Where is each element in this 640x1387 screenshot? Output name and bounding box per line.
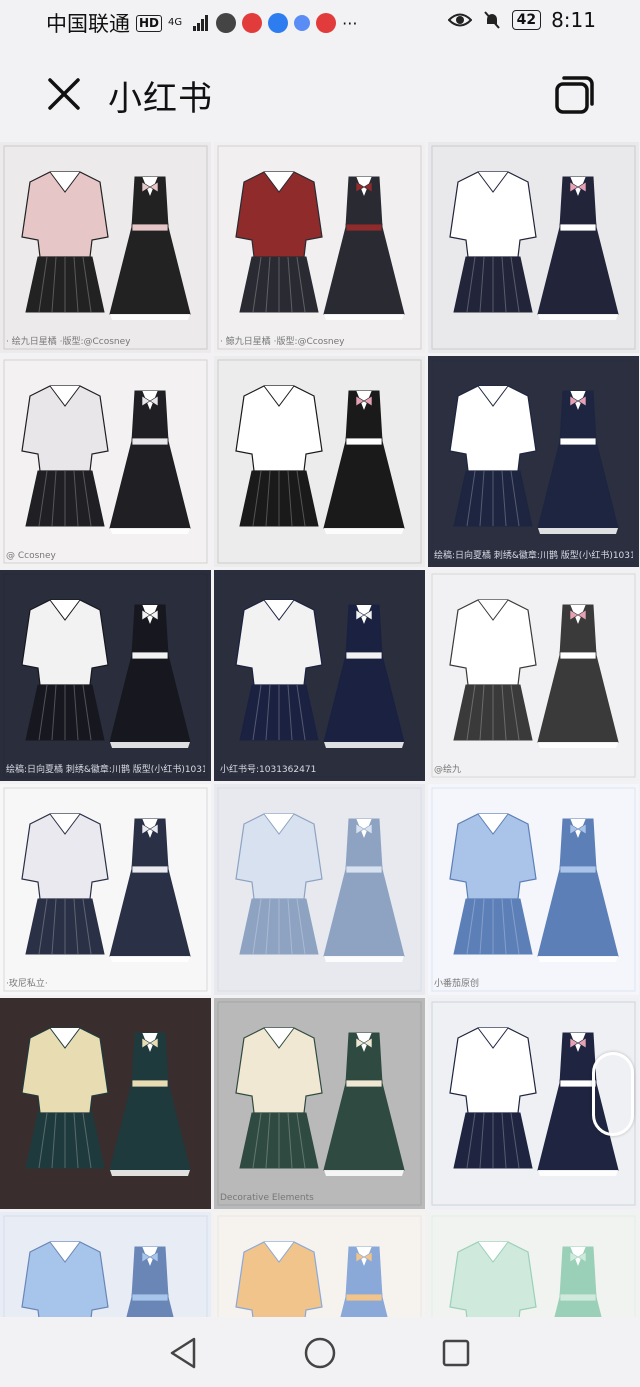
outfit-illustration: [431, 359, 636, 564]
home-button[interactable]: [300, 1333, 340, 1373]
eye-icon: [447, 13, 472, 27]
back-triangle-icon: [170, 1337, 196, 1369]
signal-icon: [193, 15, 209, 31]
weibo-icon-2: [316, 13, 337, 33]
back-button[interactable]: [164, 1333, 204, 1373]
image-tile-outfit-doll-navy-uniform[interactable]: ·玫尼私立·: [0, 784, 211, 995]
tile-caption: Decorative Elements: [220, 1193, 314, 1203]
image-tile-outfit-navy-sailor-mix[interactable]: 小红书号:1031362471: [214, 570, 425, 781]
multi-window-button[interactable]: [552, 72, 598, 116]
bulb-app-icon: [268, 13, 289, 33]
image-tile-outfit-black-pinafore[interactable]: [214, 356, 425, 567]
outfit-illustration: [3, 1001, 208, 1206]
outfit-illustration: [431, 787, 636, 992]
page-title: 小红书: [108, 79, 213, 119]
outfit-illustration: [217, 359, 422, 564]
outfit-illustration: [431, 573, 636, 778]
image-tile-outfit-green-gothic-dress[interactable]: [0, 998, 211, 1209]
scroll-handle[interactable]: [592, 1052, 634, 1136]
home-circle-icon: [304, 1337, 336, 1369]
network-label: 4G: [168, 17, 183, 28]
outfit-illustration: [3, 359, 208, 564]
image-tile-outfit-navy-plaid-set[interactable]: 绘稿:日向夏橘 刺绣&徽章:川鹊 版型(小红书)1031362471: [428, 356, 639, 567]
image-tile-outfit-black-cape-plaid[interactable]: 绘稿:日向夏橘 刺绣&徽章:川鹊 版型(小红书)1031362471: [0, 570, 211, 781]
more-notifications-icon: ···: [342, 13, 358, 33]
tile-caption: 绘稿:日向夏橘 刺绣&徽章:川鹊 版型(小红书)1031362471: [6, 765, 205, 775]
image-tile-outfit-white-vest-pleats[interactable]: @绘九: [428, 570, 639, 781]
outfit-illustration: [217, 145, 422, 350]
recents-square-icon: [442, 1339, 470, 1367]
outfit-illustration: [3, 1215, 208, 1317]
tile-caption: 绘稿:日向夏橘 刺绣&徽章:川鹊 版型(小红书)1031362471: [434, 551, 633, 561]
outfit-illustration: [3, 145, 208, 350]
tile-caption: · 绘九日星橘 ·版型:@Ccosney: [6, 337, 131, 347]
status-left: 中国联通 HD 4G ···: [46, 8, 357, 38]
tile-caption: 小番茄原创: [434, 979, 480, 989]
image-tile-outfit-red-jumper-dress[interactable]: · 鲸九日星橘 ·版型:@Ccosney: [214, 142, 425, 353]
image-tile-outfit-blue-bunny-sailor[interactable]: 小番茄原创: [428, 784, 639, 995]
outfit-illustration: [431, 145, 636, 350]
weibo-icon: [242, 13, 263, 33]
status-right: 42 8:11: [447, 8, 596, 32]
outfit-illustration: [431, 1215, 636, 1317]
outfit-illustration: [217, 1001, 422, 1206]
tile-caption: ·玫尼私立·: [6, 979, 48, 989]
music-icon: [294, 15, 311, 31]
outfit-illustration: [3, 573, 208, 778]
recents-button[interactable]: [436, 1333, 476, 1373]
close-icon: [48, 78, 80, 110]
tile-caption: @绘九: [434, 765, 462, 775]
image-grid: · 绘九日星橘 ·版型:@Ccosney · 鲸九日星橘 ·版型:@Ccosney…: [0, 142, 640, 1317]
image-tile-outfit-blue-sailor-collar[interactable]: [0, 1212, 211, 1317]
battery-indicator: 42: [511, 10, 542, 30]
outfit-illustration: [3, 787, 208, 992]
image-tile-outfit-green-decorative-elements[interactable]: Decorative Elements: [214, 998, 425, 1209]
navigation-bar: [0, 1317, 640, 1387]
status-bar: 中国联通 HD 4G ··· 42 8:11: [0, 0, 640, 44]
image-tile-outfit-pastel-duck-cape[interactable]: [214, 1212, 425, 1317]
multi-window-icon: [555, 76, 594, 114]
image-tile-outfit-dark-dress-white-shirt[interactable]: [428, 142, 639, 353]
close-button[interactable]: [44, 74, 84, 114]
status-app-icons: ···: [192, 13, 357, 33]
outfit-illustration: [217, 1215, 422, 1317]
clock: 8:11: [551, 8, 596, 32]
app-notification-icon: [216, 13, 237, 33]
tile-caption: @ Ccosney: [6, 551, 56, 561]
mute-bell-icon: [483, 11, 500, 29]
image-tile-outfit-pink-jacket-suspender-skirt[interactable]: · 绘九日星橘 ·版型:@Ccosney: [0, 142, 211, 353]
image-tile-outfit-pale-blue-lolita[interactable]: [214, 784, 425, 995]
outfit-illustration: [217, 787, 422, 992]
image-tile-outfit-mint-dress[interactable]: [428, 1212, 639, 1317]
outfit-illustration: [217, 573, 422, 778]
carrier-label: 中国联通: [46, 12, 130, 36]
image-tile-outfit-black-lolita-dress[interactable]: @ Ccosney: [0, 356, 211, 567]
tile-caption: · 鲸九日星橘 ·版型:@Ccosney: [220, 337, 345, 347]
tile-caption: 小红书号:1031362471: [220, 765, 317, 775]
title-bar: 小红书: [0, 44, 640, 142]
hd-badge: HD: [136, 14, 163, 32]
